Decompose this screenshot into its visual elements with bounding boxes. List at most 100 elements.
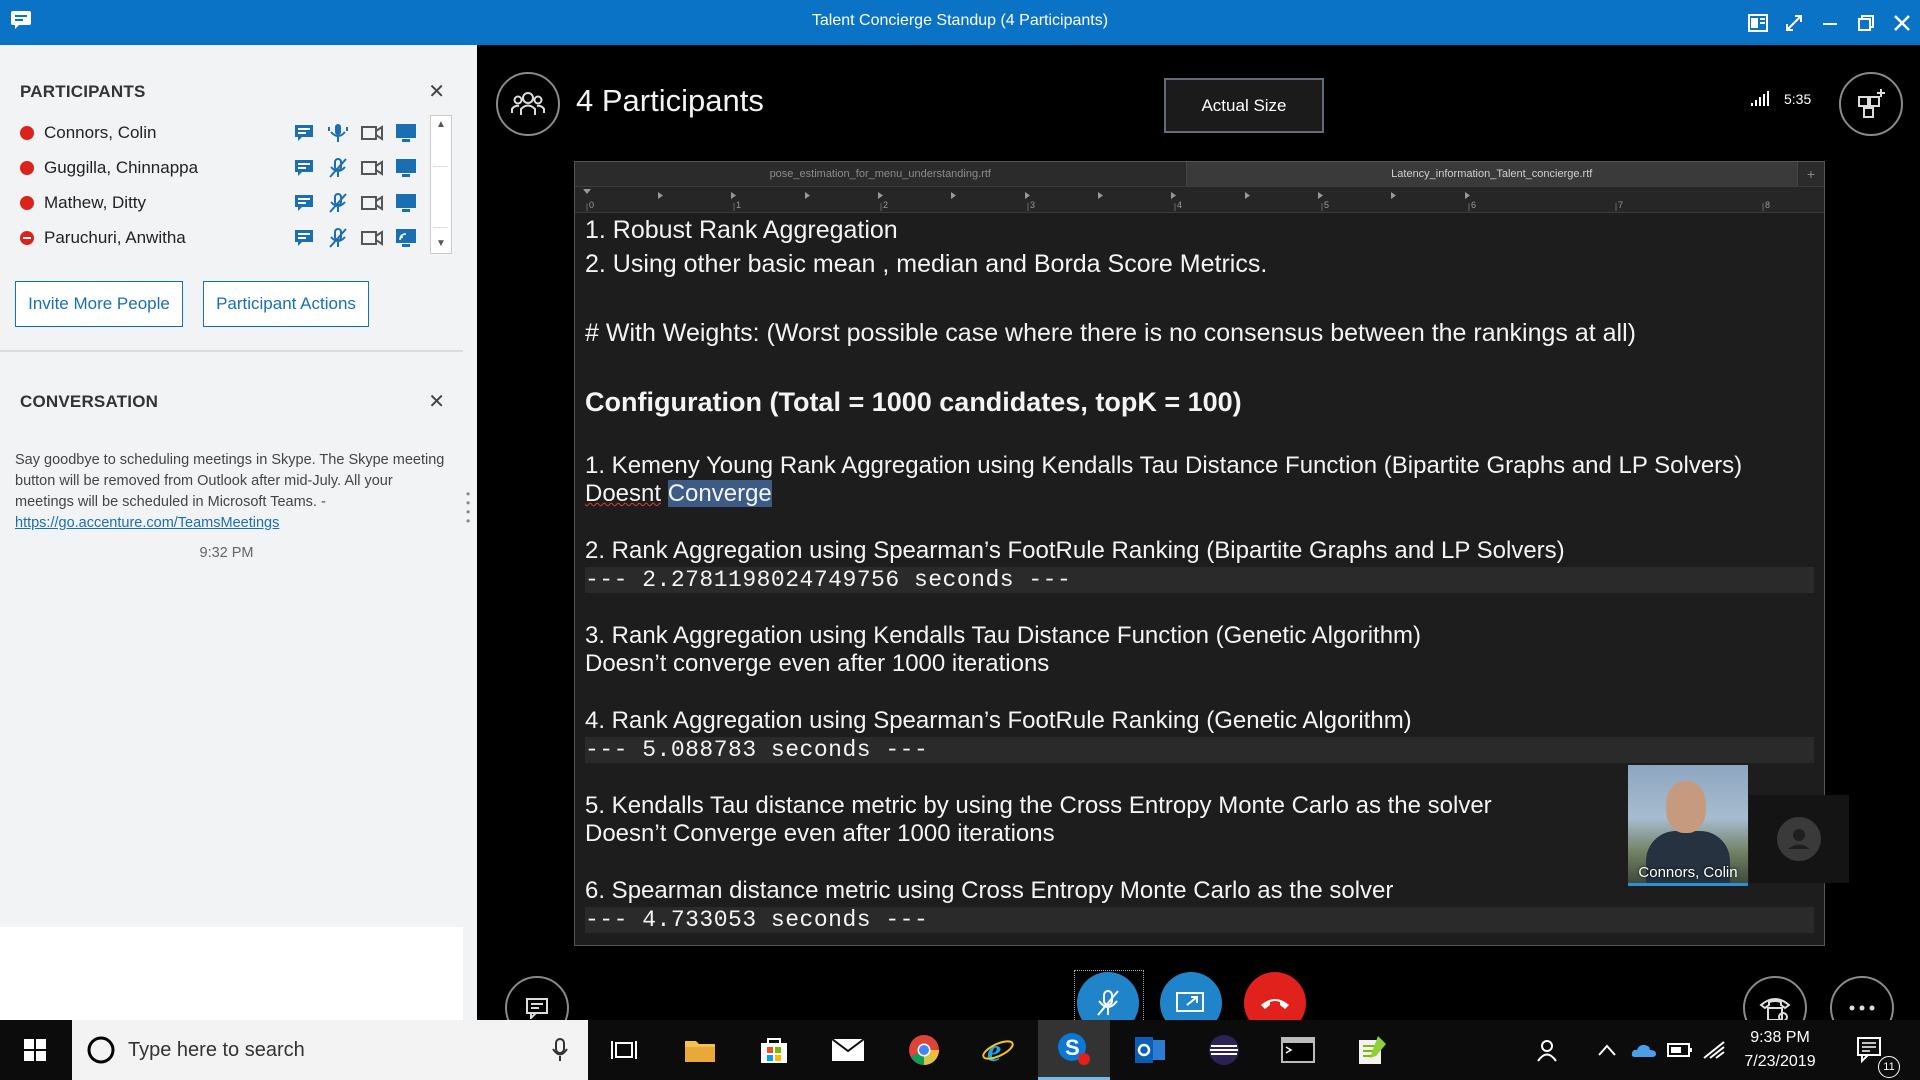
participant-name: Mathew, Ditty — [44, 192, 147, 212]
ruler-number: 7 — [1618, 200, 1624, 210]
microphone-icon[interactable] — [552, 1038, 568, 1062]
conversation-heading: CONVERSATION — [20, 392, 159, 411]
scroll-up-icon[interactable]: ▲ — [431, 116, 451, 134]
participant-list: Connors, Colin Guggilla, Chinnappa Mathe… — [20, 115, 420, 255]
outlook-icon — [1135, 1037, 1165, 1063]
participant-row[interactable]: Paruchuri, Anwitha — [20, 220, 420, 255]
ruler-number: 4 — [1177, 200, 1183, 210]
side-panel: PARTICIPANTS ✕ Connors, Colin Guggilla, … — [0, 45, 478, 1065]
screen-share-icon[interactable] — [394, 191, 418, 215]
internet-explorer-app[interactable]: e — [962, 1020, 1034, 1080]
presenting-icon[interactable] — [394, 226, 418, 250]
message-time: 9:32 PM — [199, 545, 254, 561]
command-prompt-app[interactable] — [1262, 1020, 1334, 1080]
close-participants-icon[interactable]: ✕ — [428, 79, 445, 104]
screen-share-icon[interactable] — [394, 121, 418, 145]
clock-time: 9:38 PM — [1750, 1029, 1810, 1046]
terminal-icon — [1281, 1037, 1315, 1063]
invite-more-people-button[interactable]: Invite More People — [15, 281, 183, 327]
doc-line: 1. Robust Rank Aggregation — [585, 216, 898, 244]
mail-icon — [831, 1038, 865, 1061]
new-tab-icon[interactable]: + — [1798, 162, 1824, 186]
notepad-icon — [1359, 1036, 1386, 1064]
microphone-muted-icon[interactable] — [326, 191, 350, 215]
chat-icon — [526, 998, 548, 1019]
close-icon[interactable] — [1884, 0, 1920, 45]
video-icon[interactable] — [360, 156, 384, 180]
video-icon[interactable] — [360, 226, 384, 250]
ruler: 0 1 2 3 4 5 6 7 8 — [575, 187, 1824, 213]
battery-icon[interactable] — [1667, 1020, 1693, 1080]
eclipse-app[interactable] — [1188, 1020, 1260, 1080]
im-icon[interactable] — [292, 156, 316, 180]
video-icon[interactable] — [360, 121, 384, 145]
doc-line: Doesn’t converge even after 1000 iterati… — [585, 650, 1050, 677]
action-center-button[interactable]: 11 — [1856, 1020, 1900, 1080]
minimize-icon[interactable] — [1812, 0, 1848, 45]
restore-icon[interactable] — [1848, 0, 1884, 45]
video-icon[interactable] — [360, 191, 384, 215]
skype-app[interactable]: S — [1038, 1020, 1110, 1080]
layout-icon[interactable] — [1740, 0, 1776, 45]
doc-line: # With Weights: (Worst possible case whe… — [585, 319, 1636, 347]
document-tab[interactable]: pose_estimation_for_menu_understanding.r… — [575, 162, 1187, 186]
misspelled-word[interactable]: Doesnt — [585, 480, 661, 507]
microphone-active-icon[interactable] — [326, 121, 350, 145]
internet-explorer-icon: e — [982, 1034, 1014, 1066]
taskbar-clock[interactable]: 9:38 PM 7/23/2019 — [1730, 1026, 1830, 1074]
show-hidden-icons-chevron-up-icon[interactable] — [1598, 1020, 1616, 1080]
ruler-number: 3 — [1030, 200, 1036, 210]
call-quality: 5:35 — [1750, 91, 1811, 107]
participant-row[interactable]: Guggilla, Chinnappa — [20, 150, 420, 185]
store-app[interactable] — [738, 1020, 810, 1080]
scroll-thumb[interactable] — [433, 166, 448, 228]
start-button[interactable] — [0, 1020, 70, 1080]
actual-size-button[interactable]: Actual Size — [1164, 78, 1324, 133]
microphone-muted-icon — [1097, 990, 1119, 1016]
chrome-app[interactable] — [888, 1020, 960, 1080]
message-link[interactable]: https://go.accenture.com/TeamsMeetings — [15, 515, 279, 531]
im-icon[interactable] — [292, 226, 316, 250]
presence-busy-icon — [20, 195, 34, 210]
participant-row[interactable]: Connors, Colin — [20, 115, 420, 150]
presence-busy-icon — [20, 125, 34, 140]
file-explorer-app[interactable] — [664, 1020, 736, 1080]
scroll-down-icon[interactable]: ▼ — [431, 235, 451, 253]
phone-settings-icon — [1759, 998, 1791, 1022]
notepad-plus-app[interactable] — [1336, 1020, 1408, 1080]
document-tabs: pose_estimation_for_menu_understanding.r… — [575, 162, 1824, 187]
panel-resize-handle[interactable]: • • • • — [466, 488, 470, 527]
mail-app[interactable] — [812, 1020, 884, 1080]
screen-share-icon[interactable] — [394, 156, 418, 180]
wifi-icon[interactable] — [1702, 1020, 1726, 1080]
document-tab-active[interactable]: Latency_information_Talent_concierge.rtf — [1186, 162, 1798, 186]
signal-strength-icon — [1751, 91, 1769, 106]
onedrive-cloud-icon[interactable] — [1631, 1020, 1657, 1080]
participant-scrollbar[interactable]: ▲ ▼ — [430, 115, 452, 254]
notification-count-badge: 11 — [1878, 1056, 1900, 1078]
selected-text[interactable]: Converge — [667, 480, 772, 507]
self-avatar-tile[interactable] — [1749, 795, 1849, 883]
microphone-muted-icon[interactable] — [326, 226, 350, 250]
close-conversation-icon[interactable]: ✕ — [428, 389, 445, 414]
participants-toggle-button[interactable] — [496, 72, 560, 136]
add-participant-button[interactable] — [1839, 72, 1903, 136]
people-icon[interactable] — [1535, 1020, 1559, 1080]
im-icon[interactable] — [292, 121, 316, 145]
participant-row[interactable]: Mathew, Ditty — [20, 185, 420, 220]
microphone-muted-icon[interactable] — [326, 156, 350, 180]
outlook-app[interactable] — [1114, 1020, 1186, 1080]
taskbar-search[interactable]: Type here to search — [72, 1020, 588, 1080]
doc-line: 6. Spearman distance metric using Cross … — [585, 877, 1394, 904]
im-icon[interactable] — [292, 191, 316, 215]
folder-icon — [685, 1041, 715, 1062]
chrome-icon — [909, 1035, 939, 1065]
task-view-button[interactable] — [588, 1020, 660, 1080]
doc-heading: Configuration (Total = 1000 candidates, … — [585, 387, 1242, 417]
fullscreen-icon[interactable] — [1776, 0, 1812, 45]
video-tile[interactable]: Connors, Colin — [1628, 765, 1748, 886]
doc-code-line: --- 5.088783 seconds --- — [585, 737, 1814, 763]
doc-line: 2. Using other basic mean , median and B… — [585, 250, 1268, 278]
participant-actions-button[interactable]: Participant Actions — [203, 281, 369, 327]
call-duration: 5:35 — [1784, 91, 1812, 107]
